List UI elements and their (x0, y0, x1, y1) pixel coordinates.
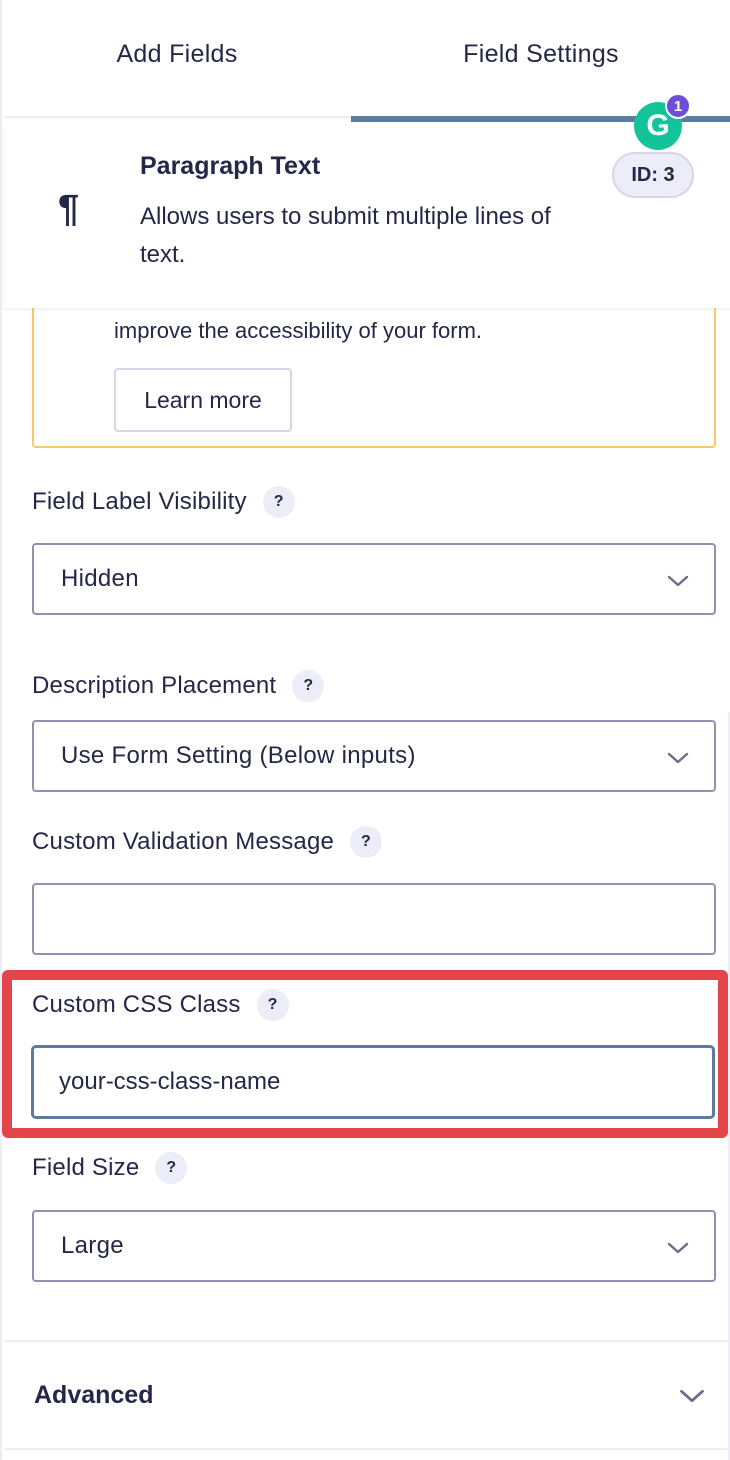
advanced-section-toggle[interactable]: Advanced (4, 1342, 728, 1448)
field-id-badge: ID: 3 (612, 152, 694, 198)
label-visibility-label: Field Label Visibility ? (32, 482, 295, 522)
advanced-label: Advanced (34, 1380, 154, 1409)
accessibility-notice: improve the accessibility of your form. … (32, 296, 716, 448)
field-size-text: Field Size (32, 1154, 140, 1181)
pilcrow-icon: ¶ (58, 188, 80, 230)
custom-validation-text: Custom Validation Message (32, 828, 335, 855)
label-visibility-text: Field Label Visibility (32, 488, 247, 515)
custom-validation-label: Custom Validation Message ? (32, 822, 383, 862)
label-visibility-select[interactable]: Hidden (32, 543, 716, 615)
field-header: ¶ Paragraph Text Allows users to submit … (4, 122, 730, 308)
field-settings-panel: Add Fields Field Settings G 1 improve th… (0, 0, 730, 1460)
custom-css-text: Custom CSS Class (32, 991, 241, 1018)
description-placement-value: Use Form Setting (Below inputs) (61, 742, 416, 769)
custom-validation-input[interactable] (32, 883, 716, 955)
chevron-down-icon (667, 575, 689, 587)
chevron-down-icon (667, 1242, 689, 1254)
help-icon[interactable]: ? (256, 989, 289, 1021)
chevron-down-icon (667, 752, 689, 764)
help-icon[interactable]: ? (262, 486, 295, 518)
help-icon[interactable]: ? (350, 826, 383, 858)
help-icon[interactable]: ? (292, 670, 325, 702)
field-size-label: Field Size ? (32, 1148, 188, 1188)
field-description: Allows users to submit multiple lines of… (140, 203, 551, 268)
help-icon[interactable]: ? (155, 1152, 188, 1184)
description-placement-label: Description Placement ? (32, 666, 325, 706)
description-placement-text: Description Placement (32, 672, 277, 699)
description-placement-select[interactable]: Use Form Setting (Below inputs) (32, 720, 716, 792)
field-size-select[interactable]: Large (32, 1210, 716, 1282)
notice-text: improve the accessibility of your form. (114, 318, 483, 343)
field-size-value: Large (61, 1232, 124, 1259)
label-visibility-value: Hidden (61, 565, 139, 592)
panel-tabs: Add Fields Field Settings (4, 0, 730, 118)
tab-add-fields[interactable]: Add Fields (4, 0, 350, 118)
field-title: Paragraph Text (140, 152, 321, 180)
chevron-down-icon (680, 1389, 704, 1403)
learn-more-button[interactable]: Learn more (114, 368, 292, 432)
section-divider (4, 1448, 728, 1450)
grammarly-count-badge: 1 (665, 93, 691, 119)
custom-css-label: Custom CSS Class ? (32, 985, 289, 1025)
custom-css-input[interactable] (32, 1046, 714, 1118)
